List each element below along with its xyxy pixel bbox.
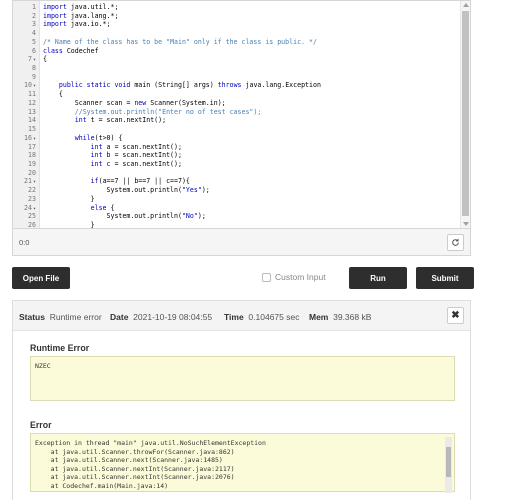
time-label: Time bbox=[224, 312, 244, 322]
time-field: Time 0.104675 sec bbox=[224, 312, 299, 322]
error-box[interactable]: Exception in thread "main" java.util.NoS… bbox=[30, 433, 455, 493]
code-line[interactable]: import java.io.*; bbox=[43, 20, 111, 29]
result-header: Status Runtime error Date 2021-10-19 08:… bbox=[13, 301, 470, 331]
close-icon: ✖ bbox=[451, 310, 460, 321]
code-line[interactable]: int b = scan.nextInt(); bbox=[43, 151, 182, 160]
line-number: 17 bbox=[28, 142, 36, 151]
runtime-error-text: NZEC bbox=[35, 362, 51, 370]
line-number: 14 bbox=[28, 116, 36, 125]
fold-arrow-icon[interactable]: ▾ bbox=[33, 136, 36, 142]
code-line[interactable]: import java.lang.*; bbox=[43, 12, 118, 21]
error-text: Exception in thread "main" java.util.NoS… bbox=[35, 439, 266, 490]
code-line[interactable]: int a = scan.nextInt(); bbox=[43, 143, 182, 152]
fold-arrow-icon[interactable]: ▾ bbox=[33, 83, 36, 89]
editor-status-bar: 0:0 bbox=[12, 228, 471, 256]
runtime-error-box: NZEC bbox=[30, 356, 455, 401]
cursor-position: 0:0 bbox=[19, 238, 30, 247]
run-button[interactable]: Run bbox=[349, 267, 407, 289]
error-scrollbar[interactable] bbox=[445, 437, 452, 493]
code-line[interactable]: } bbox=[43, 195, 95, 204]
line-number: 25 bbox=[28, 212, 36, 221]
code-line[interactable]: while(t>0) { bbox=[43, 134, 123, 143]
editor-scrollbar[interactable] bbox=[460, 1, 470, 228]
line-number: 1 bbox=[32, 3, 36, 11]
date-label: Date bbox=[110, 312, 129, 322]
line-number: 23 bbox=[28, 194, 36, 203]
line-number-gutter: 1 2 3 4 5 6 7▾ 8 9 10▾ 11 12 13 14 15 16▾ 17 18 19 20 21▾ 22 2… bbox=[13, 1, 40, 228]
line-number: 11 bbox=[28, 90, 36, 99]
close-button[interactable]: ✖ bbox=[447, 307, 464, 324]
time-value: 0.104675 sec bbox=[248, 312, 300, 322]
line-number: 21▾ bbox=[24, 177, 36, 186]
scroll-down-icon[interactable] bbox=[463, 222, 469, 226]
code-line[interactable]: class Codechef bbox=[43, 47, 99, 56]
line-number: 5 bbox=[32, 37, 36, 46]
code-line[interactable]: int c = scan.nextInt(); bbox=[43, 160, 182, 169]
line-number: 7▾ bbox=[28, 55, 36, 64]
line-number: 12 bbox=[28, 98, 36, 107]
code-line[interactable]: import java.util.*; bbox=[43, 3, 118, 12]
code-line[interactable]: { bbox=[43, 90, 63, 99]
fold-arrow-icon[interactable]: ▾ bbox=[33, 206, 36, 212]
code-editor[interactable]: 1 2 3 4 5 6 7▾ 8 9 10▾ 11 12 13 14 15 16▾ 17 18 19 20 21▾ 22 2… bbox=[12, 0, 471, 228]
line-number: 6 bbox=[32, 46, 36, 55]
line-number: 9 bbox=[32, 72, 36, 81]
line-number: 4 bbox=[32, 29, 36, 38]
status-field: Status Runtime error bbox=[19, 312, 102, 322]
line-number: 3 bbox=[32, 20, 36, 29]
status-value: Runtime error bbox=[49, 312, 102, 322]
line-number: 16▾ bbox=[24, 133, 36, 142]
line-number: 26 bbox=[28, 221, 36, 228]
date-value: 2021-10-19 08:04:55 bbox=[133, 312, 213, 322]
refresh-button[interactable] bbox=[447, 234, 464, 251]
code-line[interactable]: int t = scan.nextInt(); bbox=[43, 116, 166, 125]
line-number: 20 bbox=[28, 168, 36, 177]
runtime-error-title: Runtime Error bbox=[30, 343, 90, 353]
mem-value: 39.368 kB bbox=[333, 312, 372, 322]
submit-button[interactable]: Submit bbox=[416, 267, 474, 289]
code-line[interactable]: //System.out.println("Enter no of test c… bbox=[43, 108, 262, 117]
line-number: 19 bbox=[28, 159, 36, 168]
custom-input-label: Custom Input bbox=[275, 272, 326, 282]
line-number: 13 bbox=[28, 107, 36, 116]
line-number: 2 bbox=[32, 11, 36, 20]
line-number: 18 bbox=[28, 151, 36, 160]
code-line[interactable]: Scanner scan = new Scanner(System.in); bbox=[43, 99, 226, 108]
custom-input-toggle[interactable]: Custom Input bbox=[262, 272, 326, 282]
line-number: 24▾ bbox=[24, 203, 36, 212]
code-line[interactable]: } bbox=[43, 221, 95, 228]
fold-arrow-icon[interactable]: ▾ bbox=[33, 179, 36, 185]
refresh-icon bbox=[452, 238, 459, 246]
error-scrollbar-thumb[interactable] bbox=[446, 447, 451, 477]
scrollbar-thumb[interactable] bbox=[462, 11, 469, 216]
line-number: 22 bbox=[28, 186, 36, 195]
custom-input-checkbox[interactable] bbox=[262, 272, 271, 282]
scroll-up-icon[interactable] bbox=[463, 3, 469, 7]
error-title: Error bbox=[30, 420, 52, 430]
code-area[interactable]: import java.util.*; import java.lang.*; im… bbox=[43, 1, 458, 228]
code-line[interactable]: else { bbox=[43, 204, 115, 213]
fold-arrow-icon[interactable]: ▾ bbox=[33, 57, 36, 63]
code-line[interactable]: if(a==7 || b==7 || c==7){ bbox=[43, 177, 190, 186]
code-line[interactable]: { bbox=[43, 55, 47, 64]
code-line[interactable]: public static void main (String[] args) … bbox=[43, 81, 321, 90]
mem-field: Mem 39.368 kB bbox=[309, 312, 371, 322]
code-line[interactable]: System.out.println("Yes"); bbox=[43, 186, 210, 195]
status-label: Status bbox=[19, 312, 45, 322]
line-number: 8 bbox=[32, 64, 36, 73]
mem-label: Mem bbox=[309, 312, 329, 322]
line-number: 15 bbox=[28, 125, 36, 134]
result-panel: Status Runtime error Date 2021-10-19 08:… bbox=[12, 300, 471, 500]
date-field: Date 2021-10-19 08:04:55 bbox=[110, 312, 212, 322]
open-file-button[interactable]: Open File bbox=[12, 267, 70, 289]
line-number: 10▾ bbox=[24, 81, 36, 90]
code-line[interactable]: /* Name of the class has to be "Main" on… bbox=[43, 38, 317, 47]
code-line[interactable]: System.out.println("No"); bbox=[43, 212, 206, 221]
